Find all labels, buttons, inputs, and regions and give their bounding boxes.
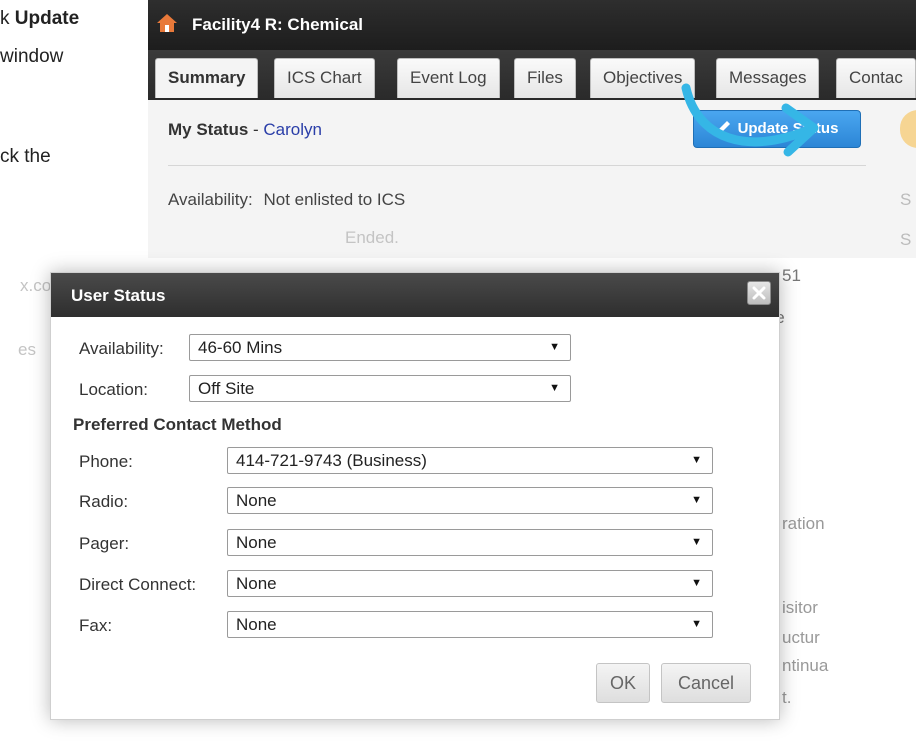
close-icon: [752, 286, 766, 300]
facility-title-bar: Facility4 R: Chemical: [148, 0, 916, 50]
pager-field-label: Pager:: [79, 534, 130, 553]
fax-dropdown-caret-icon: ▼: [691, 618, 702, 630]
ok-button[interactable]: OK: [596, 663, 650, 703]
tab-contacts[interactable]: Contac: [836, 58, 916, 98]
update-status-button[interactable]: Update Status: [693, 110, 861, 148]
ghost-right-2: isitor: [782, 598, 818, 617]
availability-row: Availability: Not enlisted to ICS: [168, 190, 405, 210]
user-status-dialog: User Status Availability: 46-60 Mins ▼ L…: [50, 272, 780, 720]
tab-files[interactable]: Files: [514, 58, 576, 98]
home-icon[interactable]: [156, 12, 178, 34]
doc-text-update-bold: Update: [14, 8, 80, 29]
phone-select-value: 414-721-9743 (Business): [236, 451, 427, 470]
my-status-user-link[interactable]: Carolyn: [263, 120, 322, 139]
phone-field-label: Phone:: [79, 452, 133, 471]
right-fragment-1: S: [900, 190, 912, 209]
ghost-left-domain: x.co: [20, 276, 52, 295]
availability-field-label: Availability:: [79, 339, 164, 358]
close-button[interactable]: [747, 281, 771, 305]
status-indicator: [900, 110, 916, 148]
tab-summary[interactable]: Summary: [155, 58, 259, 98]
ghost-right-4: ntinua: [782, 656, 829, 675]
location-dropdown-caret-icon: ▼: [549, 382, 560, 394]
radio-dropdown-caret-icon: ▼: [691, 494, 702, 506]
location-select-value: Off Site: [198, 379, 255, 398]
radio-select[interactable]: None ▼: [227, 487, 713, 514]
pager-select-value: None: [236, 533, 277, 552]
ghost-right-3: uctur: [782, 628, 820, 647]
availability-select[interactable]: 46-60 Mins ▼: [189, 334, 571, 361]
location-field-label: Location:: [79, 380, 148, 399]
doc-text-line-3: ck the: [0, 146, 51, 167]
status-divider: [168, 165, 866, 166]
doc-text-line-2: window: [0, 46, 64, 67]
tab-messages[interactable]: Messages: [716, 58, 820, 98]
availability-value: Not enlisted to ICS: [263, 190, 406, 209]
right-fragment-2: S: [900, 230, 912, 249]
fax-select-value: None: [236, 615, 277, 634]
direct-connect-select-value: None: [236, 574, 277, 593]
preferred-contact-heading: Preferred Contact Method: [73, 415, 282, 434]
ghost-right-5: t.: [782, 688, 792, 707]
phone-dropdown-caret-icon: ▼: [691, 454, 702, 466]
direct-connect-dropdown-caret-icon: ▼: [691, 577, 702, 589]
availability-label: Availability:: [168, 190, 253, 209]
ghost-timestamp-tail: 51: [782, 266, 801, 285]
pencil-icon: [716, 113, 732, 133]
fax-field-label: Fax:: [79, 616, 113, 635]
tab-objectives[interactable]: Objectives: [590, 58, 696, 98]
tab-event-log[interactable]: Event Log: [397, 58, 500, 98]
dialog-header: User Status: [51, 273, 779, 317]
ghost-right-1: ration: [782, 514, 825, 533]
tabs-bar: Summary ICS Chart Event Log Files Object…: [148, 50, 916, 100]
direct-connect-field-label: Direct Connect:: [79, 575, 197, 594]
my-status-separator: -: [248, 120, 264, 139]
ghost-left-es: es: [18, 340, 36, 359]
cancel-button[interactable]: Cancel: [661, 663, 751, 703]
location-select[interactable]: Off Site ▼: [189, 375, 571, 402]
availability-dropdown-caret-icon: ▼: [549, 341, 560, 353]
doc-text-line-1-prefix: k: [0, 8, 15, 29]
doc-text-line-1: k Update: [0, 8, 79, 30]
update-status-label: Update Status: [737, 120, 839, 137]
direct-connect-select[interactable]: None ▼: [227, 570, 713, 597]
ghost-ended: Ended.: [345, 228, 399, 247]
tab-ics-chart[interactable]: ICS Chart: [274, 58, 375, 98]
my-status-heading: My Status - Carolyn: [168, 120, 322, 140]
radio-select-value: None: [236, 491, 277, 510]
availability-select-value: 46-60 Mins: [198, 338, 283, 357]
pager-dropdown-caret-icon: ▼: [691, 536, 702, 548]
phone-select[interactable]: 414-721-9743 (Business) ▼: [227, 447, 713, 474]
fax-select[interactable]: None ▼: [227, 611, 713, 638]
facility-title: Facility4 R: Chemical: [192, 15, 364, 34]
facility-window: Facility4 R: Chemical Summary ICS Chart …: [148, 0, 916, 258]
dialog-title: User Status: [71, 286, 166, 305]
my-status-label: My Status: [168, 120, 249, 139]
pager-select[interactable]: None ▼: [227, 529, 713, 556]
radio-field-label: Radio:: [79, 492, 129, 511]
